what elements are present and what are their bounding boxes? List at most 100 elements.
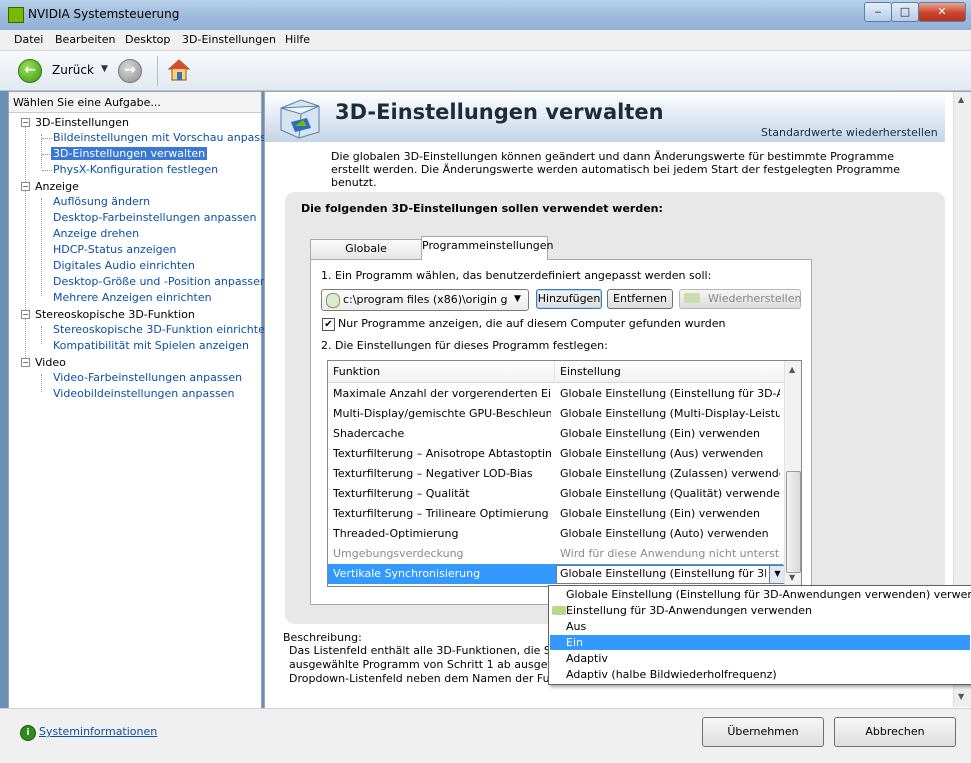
column-header-function[interactable]: Funktion <box>328 361 555 383</box>
setting-cell: Wird für diese Anwendung nicht unterstüt… <box>560 547 780 560</box>
cancel-button[interactable]: Abbrechen <box>834 717 956 747</box>
table-row[interactable]: Threaded-Optimierung Globale Einstellung … <box>328 524 783 544</box>
scroll-thumb[interactable] <box>786 471 801 573</box>
setting-cell: Globale Einstellung (Ein) verwenden <box>560 427 760 440</box>
tree-category-display[interactable]: Anzeige <box>35 180 79 193</box>
restore-program-button[interactable]: Wiederherstellen <box>679 289 801 309</box>
description-label: Beschreibung: <box>283 631 362 644</box>
vsync-option-highlighted[interactable]: Ein <box>550 635 970 650</box>
back-label[interactable]: Zurück <box>52 63 94 77</box>
sidebar-item-desktop-color[interactable]: Desktop-Farbeinstellungen anpassen <box>53 211 256 224</box>
sidebar-item-manage-3d-settings[interactable]: 3D-Einstellungen verwalten <box>51 147 208 160</box>
vsync-option[interactable]: Adaptiv <box>550 651 970 666</box>
minimize-button[interactable]: ‒ <box>864 2 892 22</box>
back-arrow-icon[interactable]: ← <box>18 59 42 83</box>
tab-program-settings[interactable]: Programmeinstellungen <box>421 236 554 260</box>
chevron-down-icon[interactable]: ▼ <box>769 566 785 583</box>
tree-connector <box>41 326 42 344</box>
title-bar: NVIDIA Systemsteuerung ‒ □ ✕ <box>0 0 971 31</box>
menu-3d-einstellungen[interactable]: 3D-Einstellungen <box>182 33 276 46</box>
program-select[interactable]: c:\program files (x86)\origin ga... ▼ <box>321 289 529 311</box>
remove-program-button[interactable]: Entfernen <box>607 289 673 309</box>
installed-only-checkbox[interactable]: ✔ <box>322 318 335 331</box>
function-cell: Maximale Anzahl der vorgerenderten Einz.… <box>333 387 551 400</box>
table-row-selected[interactable]: Vertikale Synchronisierung Globale Einst… <box>328 564 786 584</box>
close-button[interactable]: ✕ <box>918 2 966 22</box>
vsync-option[interactable]: Adaptiv (halbe Bildwiederholfrequenz) <box>550 667 970 682</box>
scroll-up-icon[interactable]: ▲ <box>789 365 795 374</box>
toolbar-divider <box>157 56 158 86</box>
scroll-down-icon[interactable]: ▼ <box>958 692 964 701</box>
tab-global-settings[interactable]: Globale Einstellungen <box>310 239 422 273</box>
system-information-link[interactable]: Systeminformationen <box>39 725 157 738</box>
sidebar-item-hdcp-status[interactable]: HDCP-Status anzeigen <box>53 243 176 256</box>
collapse-toggle-icon[interactable]: − <box>21 182 30 191</box>
menu-bearbeiten[interactable]: Bearbeiten <box>55 33 115 46</box>
column-header-setting[interactable]: Einstellung <box>555 361 784 383</box>
sidebar-item-multiple-displays[interactable]: Mehrere Anzeigen einrichten <box>53 291 212 304</box>
sidebar-item-change-resolution[interactable]: Auflösung ändern <box>53 195 150 208</box>
group-title: Die folgenden 3D-Einstellungen sollen ve… <box>301 202 663 215</box>
sidebar-item-digital-audio[interactable]: Digitales Audio einrichten <box>53 259 195 272</box>
installed-only-label: Nur Programme anzeigen, die auf diesem C… <box>338 317 726 330</box>
sidebar-item-rotate-display[interactable]: Anzeige drehen <box>53 227 139 240</box>
collapse-toggle-icon[interactable]: − <box>21 358 30 367</box>
window-title: NVIDIA Systemsteuerung <box>28 7 180 21</box>
table-row[interactable]: Shadercache Globale Einstellung (Ein) ver… <box>328 424 783 444</box>
sidebar-item-video-color[interactable]: Video-Farbeinstellungen anpassen <box>53 371 242 384</box>
menu-datei[interactable]: Datei <box>14 33 43 46</box>
sidebar-item-desktop-size-position[interactable]: Desktop-Größe und -Position anpassen <box>53 275 267 288</box>
setting-cell: Globale Einstellung (Qualität) verwenden <box>560 487 780 500</box>
menu-hilfe[interactable]: Hilfe <box>285 33 310 46</box>
tree-connector <box>41 374 42 392</box>
function-cell: Multi-Display/gemischte GPU-Beschleunigu… <box>333 407 551 420</box>
table-row[interactable]: Umgebungsverdeckung Wird für diese Anwend… <box>328 544 783 564</box>
restore-defaults-link[interactable]: Standardwerte wiederherstellen <box>761 126 938 139</box>
vsync-option[interactable]: Globale Einstellung (Einstellung für 3D-… <box>550 587 971 602</box>
menu-desktop[interactable]: Desktop <box>125 33 170 46</box>
back-history-chevron-icon[interactable]: ▼ <box>101 64 108 74</box>
table-row[interactable]: Texturfilterung – Anisotrope Abtastoptim… <box>328 444 783 464</box>
sidebar-item-physx-config[interactable]: PhysX-Konfiguration festlegen <box>53 163 218 176</box>
table-row[interactable]: Maximale Anzahl der vorgerenderten Einz.… <box>328 384 783 404</box>
sidebar-item-game-compatibility[interactable]: Kompatibilität mit Spielen anzeigen <box>53 339 249 352</box>
vsync-setting-select[interactable]: Globale Einstellung (Einstellung für 3D-… <box>556 565 786 584</box>
apply-button[interactable]: Übernehmen <box>702 717 824 747</box>
scroll-up-icon[interactable]: ▲ <box>958 95 964 104</box>
maximize-button[interactable]: □ <box>891 2 919 22</box>
sidebar-item-video-image[interactable]: Videobildeinstellungen anpassen <box>53 387 234 400</box>
setting-cell: Globale Einstellung (Zulassen) verwenden <box>560 467 780 480</box>
tree-category-stereoscopic-3d[interactable]: Stereoskopische 3D-Funktion <box>35 308 195 321</box>
sidebar-item-setup-stereoscopic-3d[interactable]: Stereoskopische 3D-Funktion einrichten <box>53 323 272 336</box>
settings-table: Funktion Einstellung Maximale Anzahl der… <box>327 360 802 587</box>
page-title: 3D-Einstellungen verwalten <box>335 100 664 124</box>
vsync-option[interactable]: Aus <box>550 619 970 634</box>
table-row[interactable]: Texturfilterung – Negativer LOD-Bias Glob… <box>328 464 783 484</box>
table-scrollbar[interactable]: ▲ ▼ <box>784 361 801 586</box>
vsync-options-list[interactable]: Globale Einstellung (Einstellung für 3D-… <box>548 585 971 685</box>
function-cell: Umgebungsverdeckung <box>333 547 464 560</box>
tree-category-3d-settings[interactable]: 3D-Einstellungen <box>35 116 129 129</box>
tree-category-video[interactable]: Video <box>35 356 66 369</box>
table-row[interactable]: Texturfilterung – Trilineare Optimierung… <box>328 504 783 524</box>
function-cell: Texturfilterung – Negativer LOD-Bias <box>333 467 533 480</box>
vsync-option-label: Einstellung für 3D-Anwendungen verwenden <box>566 604 813 617</box>
collapse-toggle-icon[interactable]: − <box>21 310 30 319</box>
bottom-bar: i Systeminformationen Übernehmen Abbrech… <box>0 708 971 763</box>
forward-arrow-icon[interactable]: → <box>118 59 142 83</box>
home-icon[interactable] <box>167 58 191 82</box>
collapse-toggle-icon[interactable]: − <box>21 118 30 127</box>
setting-cell: Globale Einstellung (Ein) verwenden <box>560 507 760 520</box>
table-row[interactable]: Multi-Display/gemischte GPU-Beschleunigu… <box>328 404 783 424</box>
description-text: Das Listenfeld enthält alle 3D-Funktione… <box>289 644 551 686</box>
table-row[interactable]: Texturfilterung – Qualität Globale Einste… <box>328 484 783 504</box>
toolbar: ← Zurück ▼ → <box>0 51 971 91</box>
task-tree-header: Wählen Sie eine Aufgabe... <box>9 92 261 113</box>
vsync-option[interactable]: Einstellung für 3D-Anwendungen verwenden <box>550 603 970 618</box>
sidebar-item-image-settings-preview[interactable]: Bildeinstellungen mit Vorschau anpassen <box>53 131 280 144</box>
scroll-down-icon[interactable]: ▼ <box>789 573 795 582</box>
tree-connector <box>25 126 26 364</box>
nvidia-icon <box>684 293 700 303</box>
add-program-button[interactable]: Hinzufügen <box>536 289 602 309</box>
setting-cell: Globale Einstellung (Einstellung für 3D-… <box>560 387 780 400</box>
